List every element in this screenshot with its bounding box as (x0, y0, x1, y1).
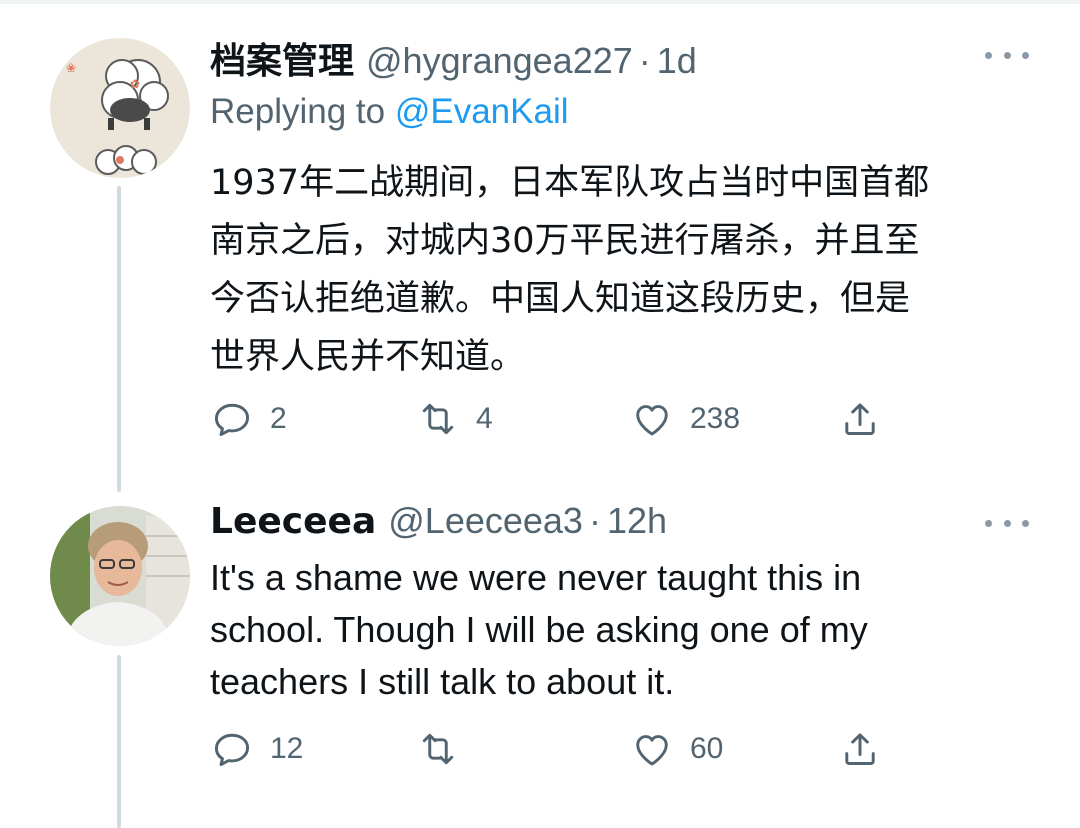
profile-photo-icon (50, 506, 190, 646)
retweet-count: 4 (476, 402, 493, 435)
separator-dot: · (638, 40, 651, 81)
share-button[interactable] (838, 394, 882, 444)
replying-to-label: Replying to (210, 92, 386, 131)
replying-to-mention[interactable]: @EvanKail (395, 92, 569, 131)
tweet-text: 1937年二战期间，日本军队攻占当时中国首都 南京之后，对城内30万平民进行屠杀… (210, 163, 930, 377)
user-handle[interactable]: @hygrangea227 (366, 40, 633, 82)
reply-icon (214, 733, 250, 767)
tweet-leeceea3[interactable]: Leeceea @Leeceea3 · 12h It's a shame we … (0, 470, 1080, 828)
avatar[interactable]: ✿ ❀ (50, 38, 190, 178)
reply-count: 2 (270, 402, 287, 435)
display-name[interactable]: Leeceea (210, 501, 376, 542)
more-options-button[interactable] (985, 513, 1029, 533)
reply-button[interactable]: 12 (210, 724, 303, 774)
reply-icon (214, 403, 250, 437)
sheep-avatar-icon: ✿ ❀ (50, 38, 190, 178)
more-icon-dot (1003, 51, 1011, 59)
avatar[interactable] (50, 506, 190, 646)
heart-icon (636, 405, 668, 436)
timestamp[interactable]: 1d (657, 40, 697, 82)
like-button[interactable]: 238 (630, 394, 740, 444)
more-icon-dot (1022, 519, 1029, 527)
tweet-hygrangea227[interactable]: ✿ ❀ 档案管理 @hygrangea227 · 1d Replying to … (0, 0, 1080, 470)
share-button[interactable] (838, 724, 882, 774)
retweet-button[interactable] (416, 724, 476, 774)
replying-to-line: Replying to @EvanKail (210, 92, 569, 132)
heart-icon (636, 735, 668, 766)
svg-text:❀: ❀ (66, 61, 76, 75)
share-icon (845, 403, 875, 435)
retweet-button[interactable]: 4 (416, 394, 493, 444)
reply-button[interactable]: 2 (210, 394, 287, 444)
svg-text:✿: ✿ (130, 77, 140, 91)
tweet-actions: 12 60 (210, 724, 910, 774)
more-options-button[interactable] (985, 45, 1029, 65)
more-icon-dot (1003, 519, 1011, 527)
reply-count: 12 (270, 732, 304, 765)
more-icon-dot (985, 519, 992, 527)
retweet-icon (422, 733, 454, 765)
separator-dot: · (588, 500, 601, 541)
tweet-actions: 2 4 238 (210, 394, 910, 444)
retweet-icon (422, 403, 454, 435)
tweet-header: 档案管理 @hygrangea227 · 1d (210, 32, 697, 82)
share-icon (845, 733, 875, 765)
display-name[interactable]: 档案管理 (210, 32, 354, 84)
tweet-text: It's a shame we were never taught this i… (210, 557, 868, 702)
timestamp[interactable]: 12h (607, 500, 667, 542)
tweet-header: Leeceea @Leeceea3 · 12h (210, 500, 667, 550)
more-icon-dot (1022, 51, 1029, 59)
like-count: 238 (690, 402, 741, 435)
like-count: 60 (690, 732, 724, 765)
like-button[interactable]: 60 (630, 724, 723, 774)
more-icon-dot (985, 51, 992, 59)
user-handle[interactable]: @Leeceea3 (388, 500, 583, 542)
